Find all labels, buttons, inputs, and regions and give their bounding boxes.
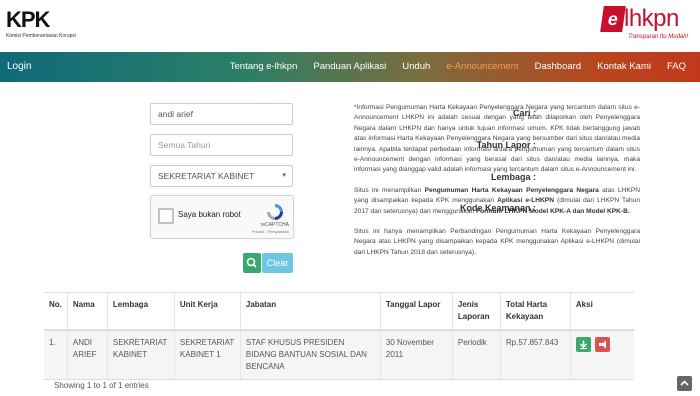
kpk-logo[interactable]: KPK Komisi Pemberantasan Korupsi — [6, 7, 86, 40]
recaptcha-checkbox[interactable] — [158, 208, 174, 224]
kpk-subtitle: Komisi Pemberantasan Korupsi — [6, 33, 77, 39]
megaphone-icon — [598, 340, 606, 349]
search-icon — [246, 257, 257, 268]
chevron-down-icon: ▾ — [282, 172, 286, 179]
lembaga-select[interactable]: SEKRETARIAT KABINET ▾ — [150, 165, 293, 187]
entries-info: Showing 1 to 1 of 1 entries — [54, 381, 149, 390]
kpk-logo-mark: KPK — [6, 7, 50, 32]
clear-button[interactable]: Clear — [262, 253, 293, 273]
cell-lembaga: SEKRETARIAT KABINET — [106, 330, 175, 380]
nav-menu: Tentang e-lhkpn Panduan Aplikasi Unduh e… — [222, 52, 694, 82]
nav-item-unduh[interactable]: Unduh — [394, 52, 438, 82]
table-row: 1. ANDI ARIEF SEKRETARIAT KABINET SEKRET… — [44, 330, 634, 380]
cari-input[interactable]: andi arief — [150, 103, 293, 125]
main-navbar: Login Tentang e-lhkpn Panduan Aplikasi U… — [0, 52, 700, 82]
col-tanggal-lapor: Tanggal Lapor — [379, 292, 453, 331]
cell-tanggal-lapor: 30 November 2011 — [379, 330, 453, 380]
download-icon — [579, 340, 587, 350]
col-jabatan: Jabatan — [239, 292, 381, 331]
elhkpn-logo-text: lhkpn — [624, 5, 679, 32]
recaptcha-label: Saya bukan robot — [178, 210, 241, 219]
nav-item-e-announcement[interactable]: e-Announcement — [438, 52, 526, 82]
results-table: No. Nama Lembaga Unit Kerja Jabatan Tang… — [44, 292, 634, 380]
col-nama: Nama — [66, 292, 108, 331]
col-lembaga: Lembaga — [106, 292, 175, 331]
cell-total-harta: Rp.57.857.843 — [499, 330, 571, 380]
elhkpn-logo[interactable]: e lhkpn Transparan Itu Mudah! — [600, 4, 692, 48]
col-jenis-laporan: Jenis Laporan — [451, 292, 501, 331]
lembaga-selected-value: SEKRETARIAT KABINET — [158, 171, 255, 181]
cell-jenis-laporan: Periodik — [451, 330, 501, 380]
cell-jabatan: STAF KHUSUS PRESIDEN BIDANG BANTUAN SOSI… — [239, 330, 381, 380]
cell-nama: ANDI ARIEF — [66, 330, 108, 380]
info-disclaimer: *Informasi Pengumuman Harta Kekayaan Pen… — [354, 104, 640, 174]
nav-login-link[interactable]: Login — [7, 52, 31, 82]
recaptcha-brand: reCAPTCHA — [260, 222, 289, 228]
announce-button[interactable] — [594, 337, 610, 352]
nav-item-dashboard[interactable]: Dashboard — [527, 52, 589, 82]
nav-item-tentang[interactable]: Tentang e-lhkpn — [222, 52, 306, 82]
info-announcement: Situs ini menampilkan Pengumuman Harta K… — [354, 186, 640, 215]
cell-unit-kerja: SEKRETARIAT KABINET 1 — [173, 330, 241, 380]
elhkpn-badge: e — [600, 6, 626, 32]
recaptcha-icon — [267, 204, 283, 220]
info-comparison: Situs ini hanya menampilkan Perbandingan… — [354, 228, 640, 256]
nav-item-faq[interactable]: FAQ — [659, 52, 694, 82]
col-aksi: Aksi — [569, 292, 634, 331]
table-header-row: No. Nama Lembaga Unit Kerja Jabatan Tang… — [44, 292, 634, 331]
tahun-lapor-input[interactable]: Semua Tahun — [150, 134, 293, 156]
download-button[interactable] — [575, 337, 591, 352]
cell-no: 1. — [44, 330, 68, 380]
col-no: No. — [44, 292, 68, 331]
nav-item-panduan[interactable]: Panduan Aplikasi — [305, 52, 394, 82]
site-header: KPK Komisi Pemberantasan Korupsi e lhkpn… — [0, 0, 700, 52]
cell-aksi — [569, 330, 634, 380]
search-button[interactable] — [243, 253, 261, 273]
recaptcha-terms[interactable]: Privasi - Persyaratan — [252, 229, 289, 234]
recaptcha-widget: Saya bukan robot reCAPTCHA Privasi - Per… — [150, 195, 294, 239]
elhkpn-tagline: Transparan Itu Mudah! — [628, 34, 689, 40]
col-unit-kerja: Unit Kerja — [173, 292, 241, 331]
scroll-top-button[interactable] — [677, 376, 692, 391]
col-total-harta: Total Harta Kekayaan — [499, 292, 571, 331]
nav-item-kontak[interactable]: Kontak Kami — [589, 52, 659, 82]
info-panel: *Informasi Pengumuman Harta Kekayaan Pen… — [354, 103, 640, 268]
chevron-up-icon — [680, 380, 689, 386]
